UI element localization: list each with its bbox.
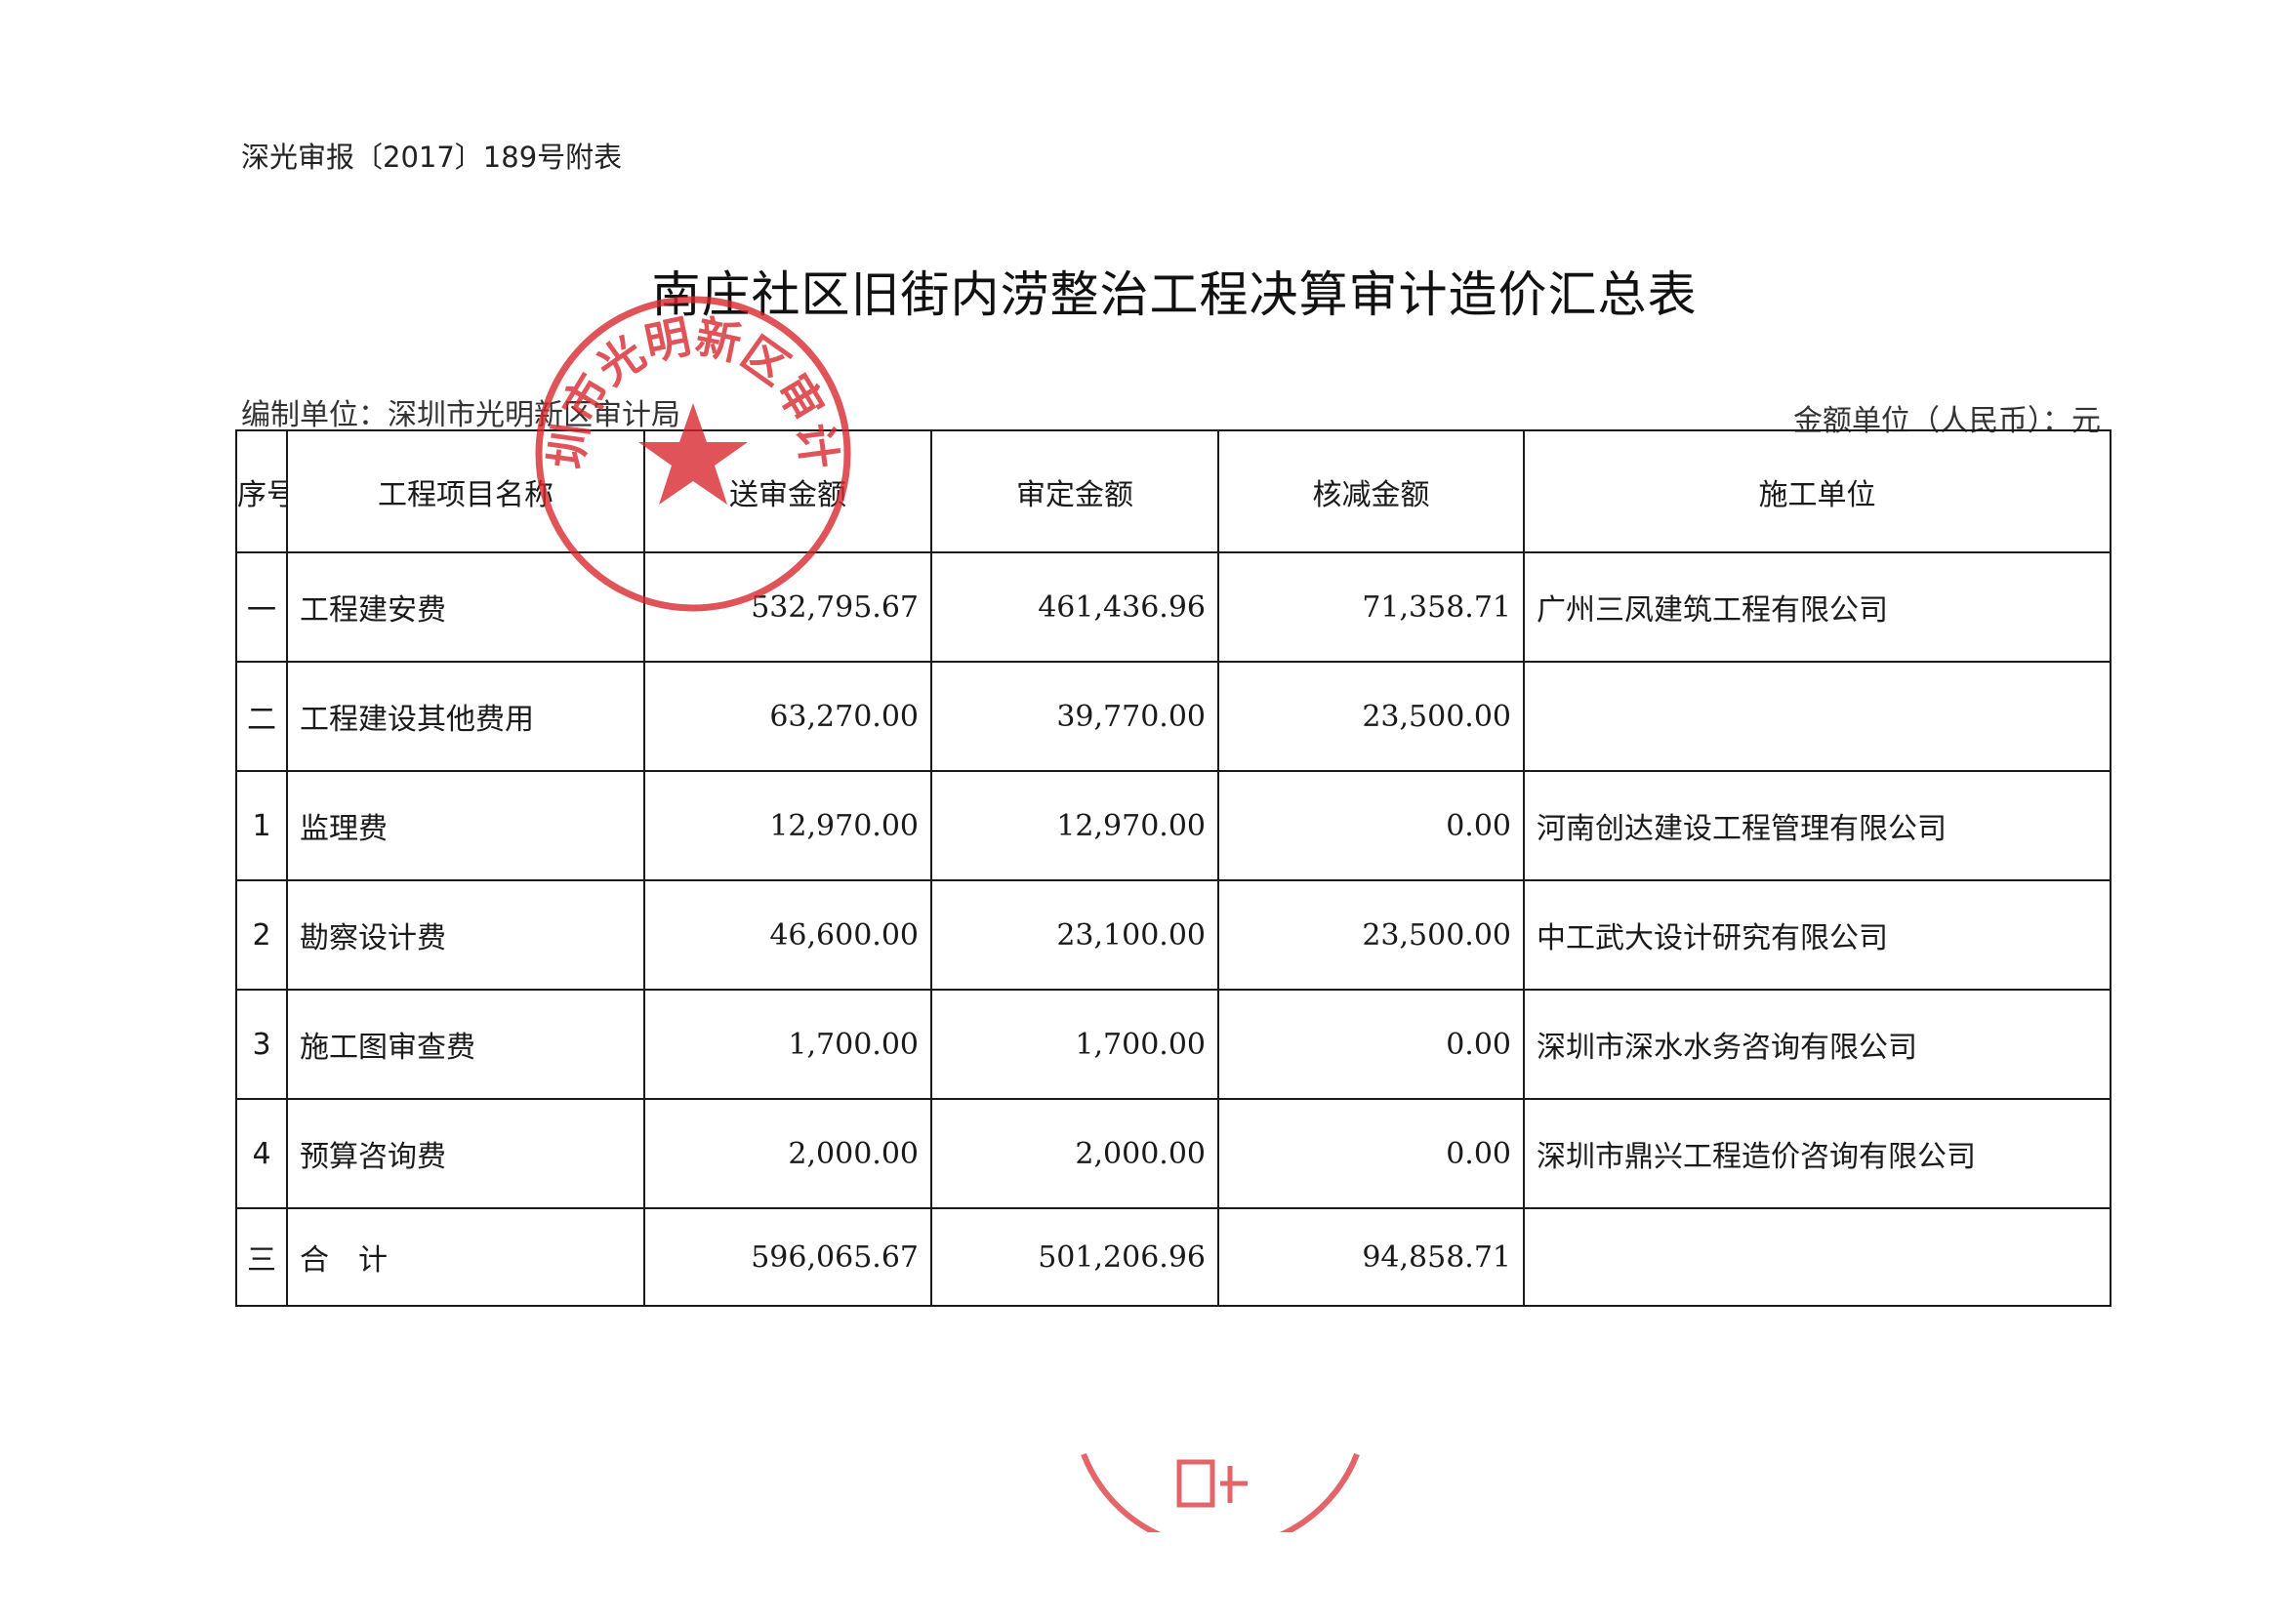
cell-submitted-amount: 2,000.00	[643, 1098, 932, 1209]
prepared-by-label: 编制单位：深圳市光明新区审计局	[241, 398, 680, 432]
header-seq: 序号	[235, 429, 288, 553]
cell-contractor: 广州三凤建筑工程有限公司	[1523, 551, 2112, 663]
cell-approved-amount: 39,770.00	[930, 661, 1219, 772]
cell-submitted-amount: 1,700.00	[643, 989, 932, 1100]
cell-seq: 3	[235, 989, 288, 1100]
cell-approved-amount: 2,000.00	[930, 1098, 1219, 1209]
cell-project-name: 合 计	[286, 1207, 645, 1307]
cell-reduced-amount: 0.00	[1217, 989, 1525, 1100]
cell-project-name: 工程建设其他费用	[286, 661, 645, 772]
cell-contractor: 河南创达建设工程管理有限公司	[1523, 770, 2112, 881]
cell-approved-amount: 12,970.00	[930, 770, 1219, 881]
seal-fragment-mark-2	[1220, 1466, 1248, 1503]
cell-seq: 一	[235, 551, 288, 663]
table-row: 1 监理费 12,970.00 12,970.00 0.00 河南创达建设工程管理有限公司	[235, 770, 2112, 881]
cell-submitted-amount: 46,600.00	[643, 879, 932, 991]
cell-contractor: 深圳市鼎兴工程造价咨询有限公司	[1523, 1098, 2112, 1209]
cell-contractor	[1523, 1207, 2112, 1307]
cell-submitted-amount: 12,970.00	[643, 770, 932, 881]
page-title: 南庄社区旧街内涝整治工程决算审计造价汇总表	[0, 256, 2296, 326]
cell-submitted-amount: 532,795.67	[643, 551, 932, 663]
cell-approved-amount: 23,100.00	[930, 879, 1219, 991]
audit-summary-table: 序号 工程项目名称 送审金额 审定金额 核减金额 施工单位 一工程建安费532,…	[235, 429, 2112, 1307]
cell-project-name: 预算咨询费	[286, 1098, 645, 1209]
table-row: 2 勘察设计费 46,600.00 23,100.00 23,500.00 中工武大设计研…	[235, 879, 2112, 991]
document-reference: 深光审报〔2017〕189号附表	[241, 141, 623, 174]
cell-reduced-amount: 23,500.00	[1217, 661, 1525, 772]
header-approved-amount: 审定金额	[930, 429, 1219, 553]
cell-reduced-amount: 0.00	[1217, 1098, 1525, 1209]
cell-submitted-amount: 596,065.67	[643, 1207, 932, 1307]
header-project-name: 工程项目名称	[286, 429, 645, 553]
cell-project-name: 施工图审查费	[286, 989, 645, 1100]
cell-seq: 1	[235, 770, 288, 881]
cell-seq: 二	[235, 661, 288, 772]
seal-fragment-mark	[1176, 1459, 1215, 1508]
cell-seq: 2	[235, 879, 288, 991]
table-header-row: 序号 工程项目名称 送审金额 审定金额 核减金额 施工单位	[235, 429, 2112, 553]
cell-project-name: 工程建安费	[286, 551, 645, 663]
cell-contractor: 中工武大设计研究有限公司	[1523, 879, 2112, 991]
table-body: 一工程建安费 532,795.67 461,436.96 71,358.71 广州三凤建…	[235, 551, 2112, 1307]
cell-reduced-amount: 94,858.71	[1217, 1207, 1525, 1307]
cell-contractor	[1523, 661, 2112, 772]
cell-approved-amount: 1,700.00	[930, 989, 1219, 1100]
cell-approved-amount: 501,206.96	[930, 1207, 1219, 1307]
header-reduced-amount: 核减金额	[1217, 429, 1525, 553]
cell-reduced-amount: 23,500.00	[1217, 879, 1525, 991]
cell-reduced-amount: 0.00	[1217, 770, 1525, 881]
cell-seq: 4	[235, 1098, 288, 1209]
header-submitted-amount: 送审金额	[643, 429, 932, 553]
page-title-text: 南庄社区旧街内涝整治工程决算审计造价汇总表	[651, 266, 1698, 323]
cell-contractor: 深圳市深水水务咨询有限公司	[1523, 989, 2112, 1100]
table-row: 三合 计 596,065.67 501,206.96 94,858.71	[235, 1207, 2112, 1307]
table-row: 一工程建安费 532,795.67 461,436.96 71,358.71 广州三凤建…	[235, 551, 2112, 663]
cell-submitted-amount: 63,270.00	[643, 661, 932, 772]
cell-project-name: 勘察设计费	[286, 879, 645, 991]
header-contractor: 施工单位	[1523, 429, 2112, 553]
table-row: 二工程建设其他费用 63,270.00 39,770.00 23,500.00	[235, 661, 2112, 772]
cell-reduced-amount: 71,358.71	[1217, 551, 1525, 663]
table-row: 3 施工图审查费 1,700.00 1,700.00 0.00 深圳市深水水务咨询有限公司	[235, 989, 2112, 1100]
cell-project-name: 监理费	[286, 770, 645, 881]
cell-approved-amount: 461,436.96	[930, 551, 1219, 663]
partial-seal-bottom	[1081, 1452, 1360, 1532]
table-row: 4 预算咨询费 2,000.00 2,000.00 0.00 深圳市鼎兴工程造价咨询有限公…	[235, 1098, 2112, 1209]
cell-seq: 三	[235, 1207, 288, 1307]
